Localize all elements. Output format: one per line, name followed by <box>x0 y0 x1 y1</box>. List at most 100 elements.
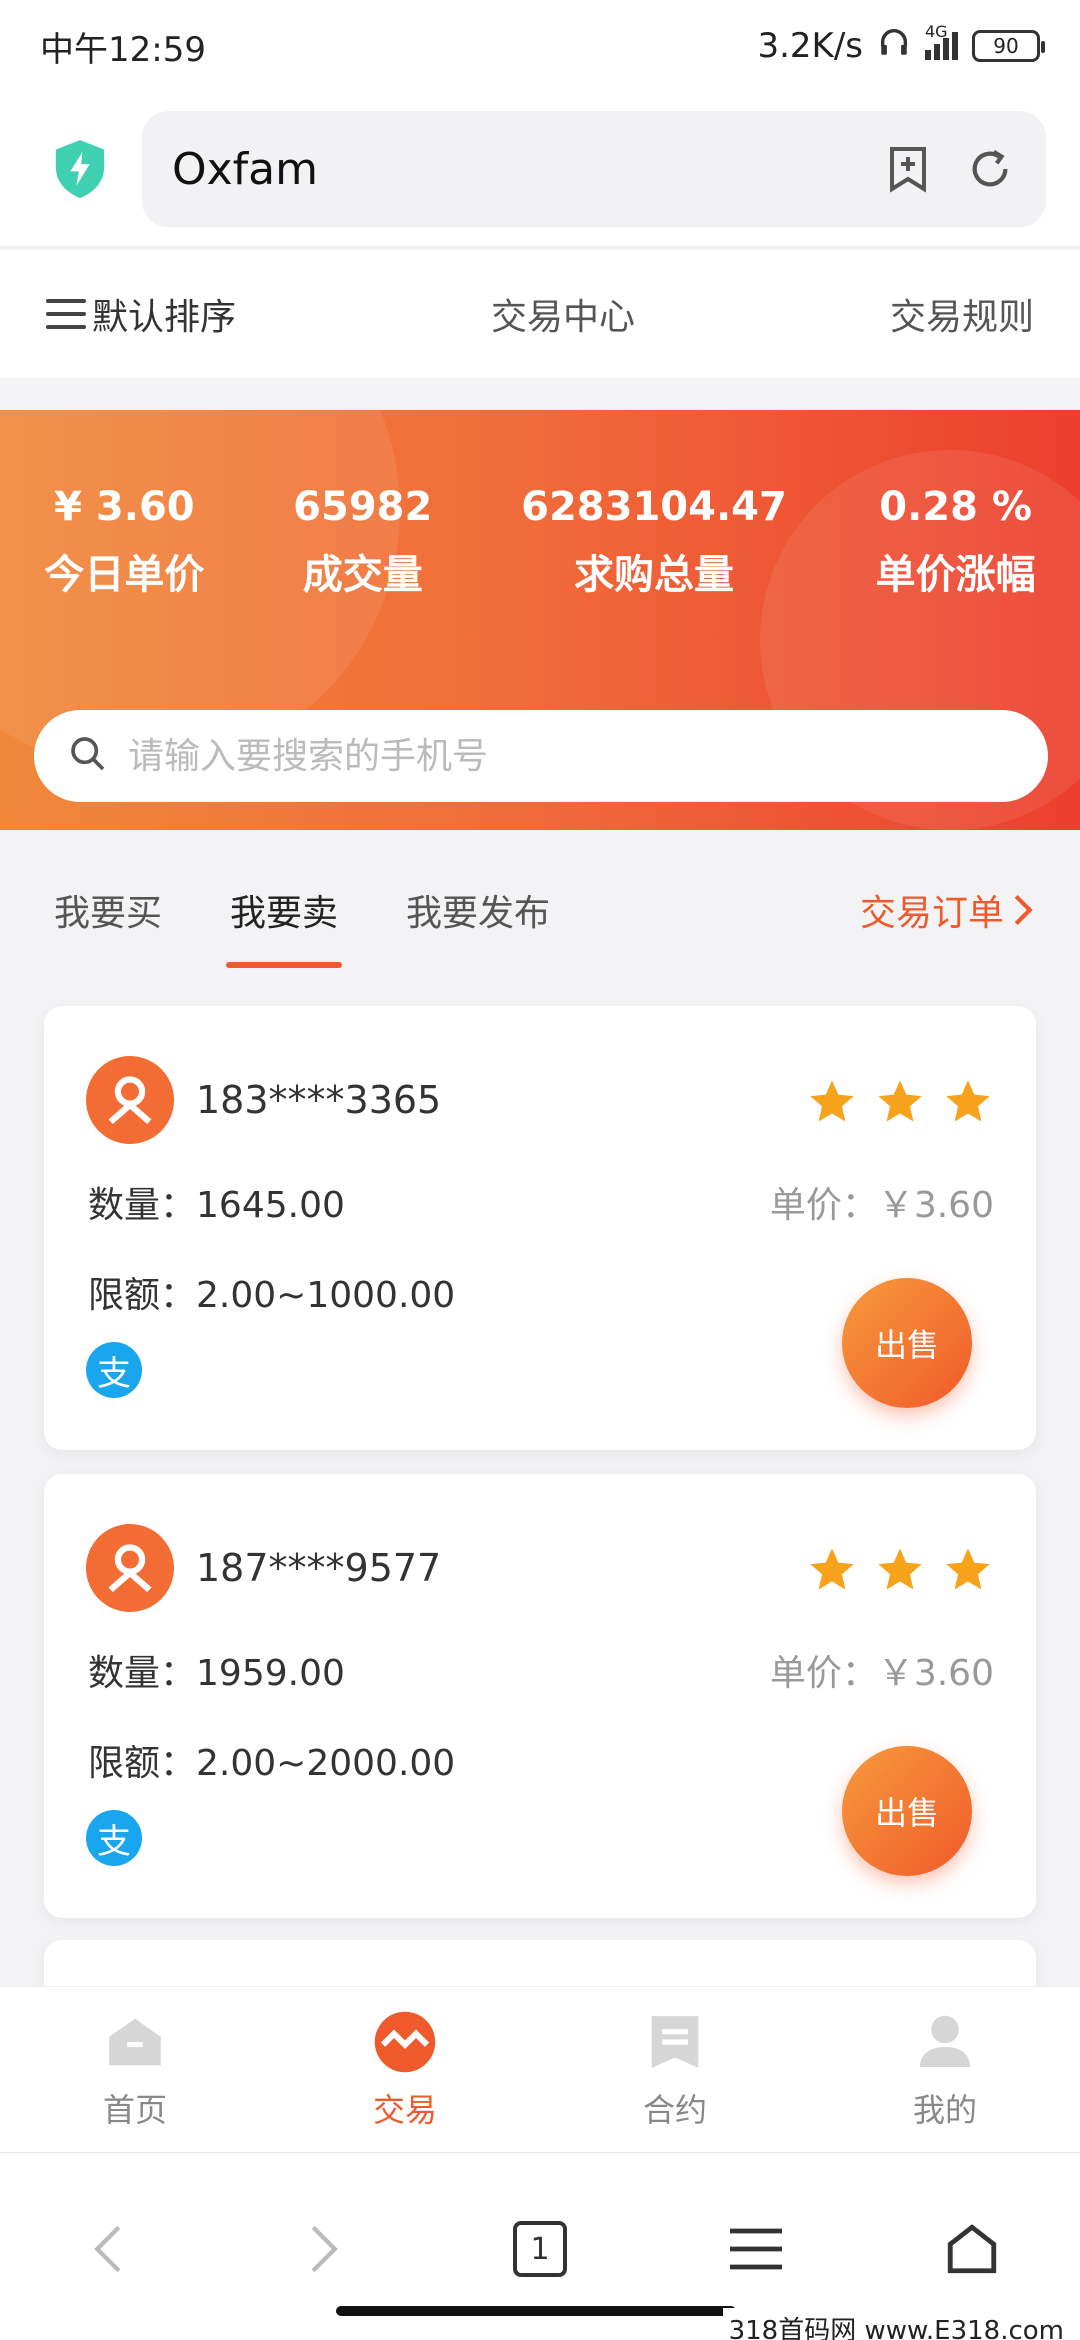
limit-value: 2.00~1000.00 <box>196 1275 456 1316</box>
stat-value: ¥ 3.60 <box>54 484 195 530</box>
address-bar[interactable]: Oxfam <box>142 111 1046 227</box>
home-icon <box>102 2009 168 2075</box>
sell-button[interactable]: 出售 <box>842 1278 972 1408</box>
unit-price: 单价：￥3.60 <box>770 1176 994 1228</box>
chevron-right-icon <box>1014 894 1033 926</box>
menu-icon <box>46 299 86 329</box>
trade-orders-link[interactable]: 交易订单 <box>860 884 1034 936</box>
stat-today-price: ¥ 3.60 今日单价 <box>44 484 204 600</box>
star-icon <box>810 1080 854 1122</box>
back-icon[interactable] <box>68 2209 148 2289</box>
seller-rating <box>806 1544 994 1596</box>
seller-rating <box>806 1076 994 1128</box>
trade-orders-label: 交易订单 <box>859 893 1004 934</box>
seller-phone: 187****9577 <box>196 1546 442 1590</box>
listing-card: 187****9577 数量：1959.00 单价：￥3.60 限额：2.00~… <box>44 1474 1036 1918</box>
tab-buy[interactable]: 我要买 <box>46 864 170 956</box>
refresh-icon[interactable] <box>964 143 1016 195</box>
alipay-icon: 支 <box>86 1810 142 1866</box>
app-tab-profile[interactable]: 我的 <box>810 1987 1080 2152</box>
battery-level: 90 <box>993 34 1019 58</box>
star-icon <box>810 1548 854 1590</box>
app-tab-label: 我的 <box>912 2090 977 2129</box>
tab-publish[interactable]: 我要发布 <box>398 864 558 956</box>
watermark: 318首码网 www.E318.com <box>722 2308 1070 2340</box>
trade-rules-link[interactable]: 交易规则 <box>890 288 1034 340</box>
star-icon <box>878 1548 922 1590</box>
add-bookmark-icon[interactable] <box>882 143 934 195</box>
quantity-value: 1645.00 <box>196 1185 345 1226</box>
app-tab-label: 交易 <box>372 2090 437 2129</box>
app-tab-label: 合约 <box>642 2090 707 2129</box>
unit-price: 单价：￥3.60 <box>770 1644 994 1696</box>
quantity: 数量：1959.00 <box>88 1644 345 1696</box>
trade-icon <box>372 2009 438 2075</box>
price-label: 单价： <box>769 1653 878 1694</box>
sort-label: 默认排序 <box>92 297 237 338</box>
limit-value: 2.00~2000.00 <box>196 1743 456 1784</box>
star-icon <box>946 1548 990 1590</box>
contract-icon <box>642 2009 708 2075</box>
quantity-label: 数量： <box>88 1185 197 1226</box>
phone-search-box[interactable] <box>34 710 1048 802</box>
signal-icon: 4G <box>925 22 958 60</box>
trade-tabs: 我要买 我要卖 我要发布 交易订单 <box>0 850 1080 970</box>
stat-label: 单价涨幅 <box>875 552 1036 598</box>
sell-button[interactable]: 出售 <box>842 1746 972 1876</box>
stat-label: 成交量 <box>302 552 423 598</box>
app-tab-trade[interactable]: 交易 <box>270 1987 540 2152</box>
tabs-button[interactable]: 1 <box>500 2209 580 2289</box>
quantity-value: 1959.00 <box>196 1653 345 1694</box>
avatar <box>86 1524 174 1612</box>
stat-demand-total: 6283104.47 求购总量 <box>521 484 787 600</box>
url-text[interactable]: Oxfam <box>172 144 882 195</box>
security-shield-icon[interactable] <box>34 123 126 215</box>
menu-icon[interactable] <box>716 2209 796 2289</box>
avatar <box>86 1056 174 1144</box>
stat-value: 65982 <box>293 484 433 530</box>
seller-phone: 183****3365 <box>196 1078 442 1122</box>
battery-icon: 90 <box>972 30 1045 62</box>
market-stats: ¥ 3.60 今日单价 65982 成交量 6283104.47 求购总量 0.… <box>0 484 1080 600</box>
tab-sell[interactable]: 我要卖 <box>222 864 346 968</box>
star-icon <box>878 1080 922 1122</box>
app-tab-contract[interactable]: 合约 <box>540 1987 810 2152</box>
limit-label: 限额： <box>88 1743 197 1784</box>
stat-label: 今日单价 <box>44 552 205 598</box>
listing-card: 183****3365 数量：1645.00 单价：￥3.60 限额：2.00~… <box>44 1006 1036 1450</box>
quantity: 数量：1645.00 <box>88 1176 345 1228</box>
alipay-icon: 支 <box>86 1342 142 1398</box>
search-icon <box>68 734 108 778</box>
stat-value: 0.28 % <box>879 484 1032 530</box>
star-icon <box>946 1080 990 1122</box>
home-icon[interactable] <box>932 2209 1012 2289</box>
price-label: 单价： <box>769 1185 878 1226</box>
price-value: ￥3.60 <box>877 1185 994 1226</box>
browser-toolbar: Oxfam <box>0 92 1080 248</box>
hero-banner: ¥ 3.60 今日单价 65982 成交量 6283104.47 求购总量 0.… <box>0 410 1080 830</box>
limit-range: 限额：2.00~2000.00 <box>88 1734 455 1786</box>
status-right: 3.2K/s 4G 90 <box>757 22 1045 68</box>
app-tab-home[interactable]: 首页 <box>0 1987 270 2152</box>
search-input[interactable] <box>128 735 1014 777</box>
network-speed: 3.2K/s <box>757 26 863 66</box>
quantity-label: 数量： <box>88 1653 197 1694</box>
limit-label: 限额： <box>88 1275 197 1316</box>
stat-price-change: 0.28 % 单价涨幅 <box>876 484 1036 600</box>
headphones-icon <box>877 25 911 68</box>
limit-range: 限额：2.00~1000.00 <box>88 1266 455 1318</box>
stat-label: 求购总量 <box>573 552 734 598</box>
forward-icon[interactable] <box>284 2209 364 2289</box>
home-indicator[interactable] <box>336 2306 736 2316</box>
sort-dropdown[interactable]: 默认排序 <box>46 288 236 340</box>
status-time: 中午12:59 <box>40 29 206 70</box>
stat-volume: 65982 成交量 <box>293 484 432 600</box>
top-nav: 默认排序 交易中心 交易规则 <box>0 250 1080 378</box>
stat-value: 6283104.47 <box>521 484 787 530</box>
app-tab-bar: 首页 交易 合约 我的 <box>0 1986 1080 2152</box>
address-bar-actions <box>882 143 1016 195</box>
trade-center-link[interactable]: 交易中心 <box>491 288 635 340</box>
tab-count: 1 <box>513 2221 567 2277</box>
profile-icon <box>912 2009 978 2075</box>
price-value: ￥3.60 <box>877 1653 994 1694</box>
